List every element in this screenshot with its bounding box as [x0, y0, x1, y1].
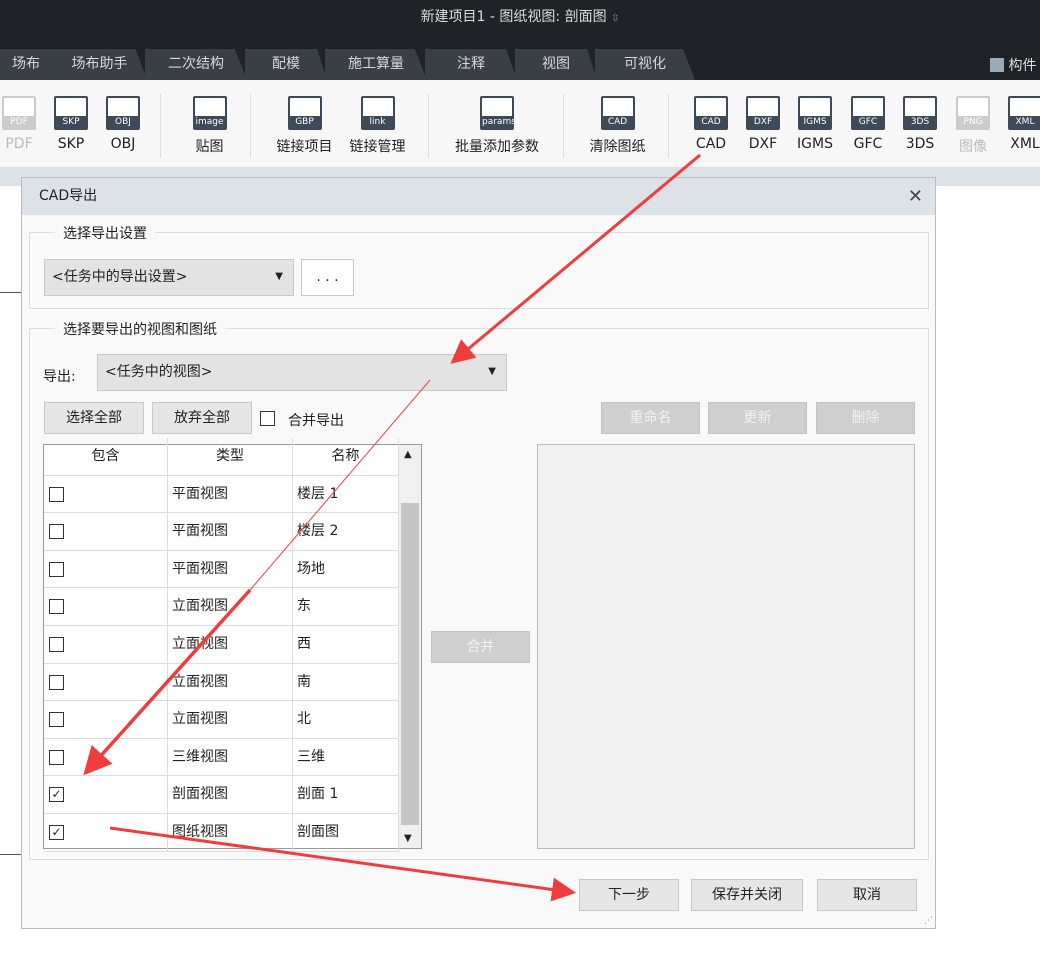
arrow-to-next	[109, 826, 576, 902]
arrow-to-checkboxes	[83, 588, 252, 776]
arrow-to-checkboxes-thin	[249, 379, 431, 591]
arrow-cad-to-export	[450, 153, 701, 364]
annotation-arrows	[83, 153, 701, 902]
